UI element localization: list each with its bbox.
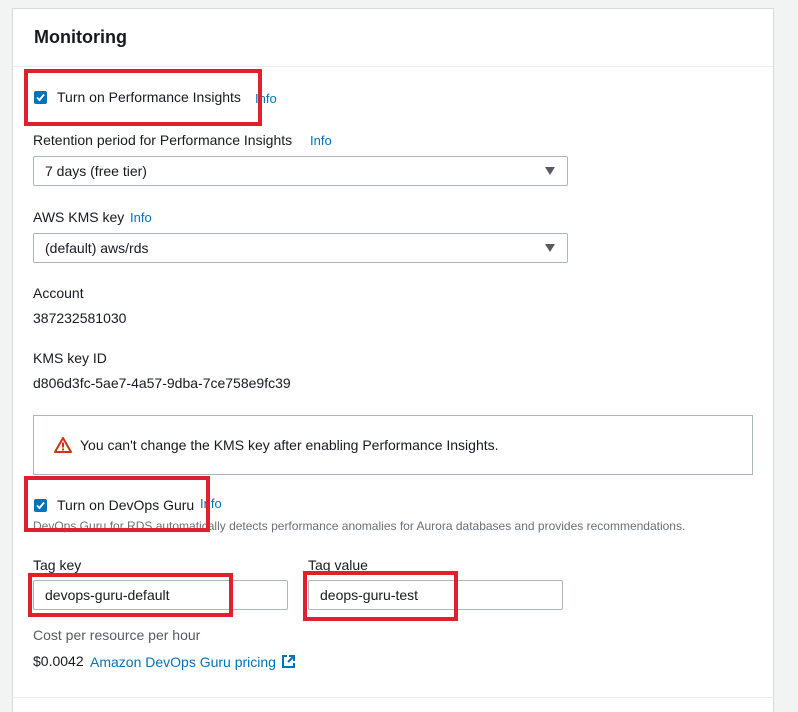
tag-key-input[interactable]: devops-guru-default [33, 580, 288, 610]
alert-message: You can't change the KMS key after enabl… [80, 437, 499, 453]
section-title: Monitoring [34, 27, 127, 47]
performance-insights-info-link[interactable]: Info [255, 91, 277, 106]
kms-key-selected-value: (default) aws/rds [45, 240, 149, 256]
retention-label: Retention period for Performance Insight… [33, 132, 293, 148]
devops-guru-checkbox[interactable] [34, 499, 47, 512]
retention-selected-value: 7 days (free tier) [45, 163, 147, 179]
panel-header: Monitoring [13, 9, 773, 67]
devops-guru-description: DevOps Guru for RDS automatically detect… [33, 519, 686, 533]
kms-key-label: AWS KMS key [33, 209, 125, 225]
checkmark-icon [36, 501, 45, 510]
tag-value-label: Tag value [308, 557, 368, 573]
tag-key-label: Tag key [33, 557, 82, 573]
retention-info-link[interactable]: Info [310, 133, 332, 148]
tag-key-value: devops-guru-default [45, 587, 170, 603]
retention-select[interactable]: 7 days (free tier) [33, 156, 568, 186]
caret-down-icon [545, 167, 555, 175]
pricing-link[interactable]: Amazon DevOps Guru pricing [90, 654, 276, 670]
kms-key-select[interactable]: (default) aws/rds [33, 233, 568, 263]
performance-insights-checkbox[interactable] [34, 91, 47, 104]
performance-insights-label[interactable]: Turn on Performance Insights [57, 89, 241, 105]
devops-guru-info-link[interactable]: Info [200, 496, 222, 511]
account-label: Account [33, 285, 84, 301]
external-link-icon[interactable] [281, 654, 296, 669]
checkmark-icon [36, 93, 45, 102]
devops-guru-label[interactable]: Turn on DevOps Guru [57, 497, 194, 513]
kms-key-id-value: d806d3fc-5ae7-4a57-9dba-7ce758e9fc39 [33, 375, 291, 391]
tag-value-input[interactable]: deops-guru-test [308, 580, 563, 610]
tag-value-value: deops-guru-test [320, 587, 419, 603]
page: Monitoring Turn on Performance Insights … [0, 0, 798, 712]
account-value: 387232581030 [33, 310, 127, 326]
kms-key-id-label: KMS key ID [33, 350, 107, 366]
warning-icon [54, 437, 72, 453]
section-divider [12, 697, 774, 698]
kms-warning-alert: You can't change the KMS key after enabl… [33, 415, 753, 475]
caret-down-icon [545, 244, 555, 252]
cost-price: $0.0042 [33, 653, 84, 669]
cost-label: Cost per resource per hour [33, 627, 201, 643]
kms-key-info-link[interactable]: Info [130, 210, 152, 225]
